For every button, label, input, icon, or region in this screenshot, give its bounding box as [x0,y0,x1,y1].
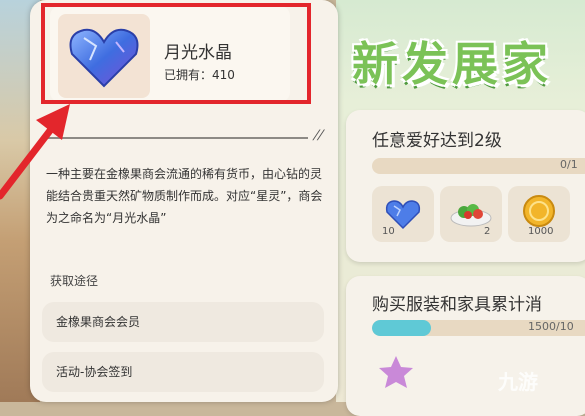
reward-qty: 1000 [528,226,554,237]
source-heading: 获取途径 [50,274,99,288]
highlight-annotation-box [41,3,311,104]
salad-dish-icon [450,204,492,227]
item-description: 一种主要在金橡果商会流通的稀有货币，由心钻的灵能结合贵重天然矿物质制作而成。对应… [46,167,323,225]
reward-qty: 2 [484,226,491,237]
source-row[interactable]: 金橡果商会会员 [42,302,324,342]
progress-fill [372,320,432,336]
progress-text: 0/1 [560,158,578,171]
watermark: 九游 [498,370,538,394]
task-title: 购买服装和家具累计消 [372,295,542,315]
reward-tile[interactable]: 10 [372,186,434,242]
banner-title: 新发展家 [352,37,552,91]
source-row[interactable]: 活动-协会签到 [42,352,324,392]
reward-tile[interactable]: 2 [440,186,502,242]
divider [46,137,308,139]
star-reward-icon [379,356,413,388]
progress-text: 1500/10 [528,320,574,333]
reward-qty: 10 [382,226,395,237]
task-title: 任意爱好达到2级 [372,131,502,151]
progress-bar [372,158,585,174]
reward-tile[interactable]: 1000 [508,186,570,242]
